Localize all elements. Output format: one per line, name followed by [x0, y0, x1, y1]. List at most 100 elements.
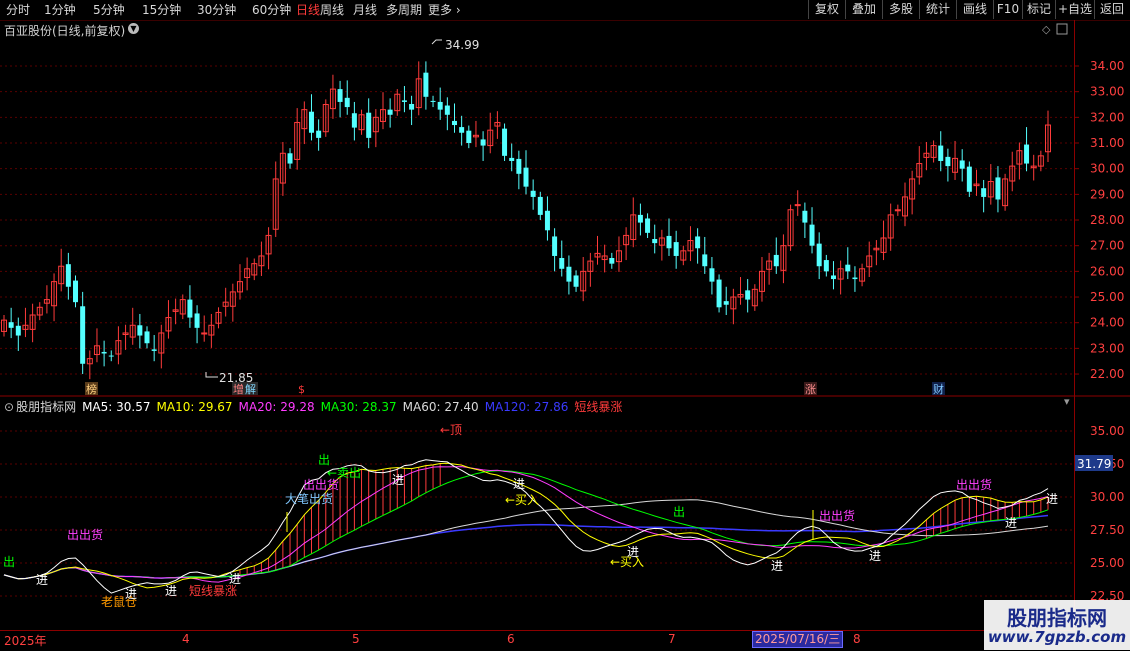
candle-body — [566, 266, 572, 282]
candle-body — [637, 214, 643, 223]
candle-body — [544, 210, 550, 231]
candle-body — [423, 72, 429, 97]
candle-body — [516, 158, 522, 174]
annotation-chu: 出 — [673, 505, 685, 519]
candle-body — [65, 264, 71, 287]
entry-marker: 进 — [627, 545, 639, 559]
candle-body — [945, 156, 951, 167]
indicator-header: ⊙ 股朋指标网 MA5: 30.57 MA10: 29.67 MA20: 29.28 MA… — [4, 398, 628, 415]
candle-body — [80, 306, 86, 364]
candle-body — [959, 160, 965, 169]
entry-marker: 进 — [229, 572, 241, 586]
candle-body — [523, 167, 529, 187]
diamond-icon[interactable]: ◇ — [1042, 23, 1051, 36]
indicator-chevron-icon[interactable]: ⊙ — [4, 400, 14, 414]
indicator-tick-label: 27.50 — [1090, 523, 1124, 537]
candle-body — [802, 210, 808, 223]
price-tick-label: 34.00 — [1090, 59, 1124, 73]
price-tick-label: 26.00 — [1090, 264, 1124, 278]
annotation-buy: ←买入 — [505, 493, 539, 507]
price-tick-label: 28.00 — [1090, 213, 1124, 227]
entry-marker: 进 — [165, 584, 177, 598]
cursor-date-label: 2025/07/16/三 — [752, 631, 844, 648]
price-tick-label: 32.00 — [1090, 110, 1124, 124]
candle-body — [316, 130, 322, 138]
candle-body — [745, 290, 751, 300]
annotation-top: ←顶 — [440, 423, 462, 437]
date-label: 5 — [352, 632, 360, 646]
candle-body — [609, 258, 615, 264]
candle-body — [459, 127, 465, 133]
indicator-chevron-icon[interactable]: ▾ — [1064, 395, 1070, 408]
event-marker-cai[interactable]: 财 — [933, 382, 944, 396]
ma5-value: MA5: 30.57 — [82, 400, 151, 414]
candle-body — [773, 254, 779, 267]
candle-body — [716, 279, 722, 308]
candle-body — [101, 351, 107, 354]
candle-body — [830, 275, 836, 280]
price-tick-label: 25.00 — [1090, 290, 1124, 304]
candle-body — [144, 331, 150, 344]
indicator-name[interactable]: 股朋指标网 — [16, 400, 76, 414]
candle-body — [1024, 144, 1030, 164]
candle-body — [480, 139, 486, 146]
annotation-chu-chu-huo: 出出货 — [819, 508, 855, 523]
candle-body — [673, 242, 679, 256]
price-tick-label: 33.00 — [1090, 85, 1124, 99]
candle-body — [366, 112, 372, 138]
candle-body — [194, 313, 200, 328]
entry-marker: 进 — [1046, 492, 1058, 506]
candle-body — [645, 218, 651, 233]
candle-body — [187, 299, 193, 318]
date-label: 4 — [182, 632, 190, 646]
entry-marker: 进 — [1005, 516, 1017, 530]
price-tick-label: 24.00 — [1090, 316, 1124, 330]
entry-marker: 进 — [771, 559, 783, 573]
candle-body — [15, 325, 21, 336]
candle-body — [437, 101, 443, 110]
candle-body — [938, 145, 944, 161]
candle-body — [666, 235, 672, 249]
price-tick-label: 30.00 — [1090, 162, 1124, 176]
candle-body — [409, 103, 415, 110]
candle-body — [509, 157, 515, 161]
candle-body — [137, 325, 143, 336]
event-marker-bang[interactable]: 榜 — [86, 382, 97, 396]
event-marker-dollar[interactable]: $ — [298, 383, 305, 396]
candle-body — [466, 130, 472, 144]
ma60-line — [3, 499, 1049, 580]
candle-body — [537, 196, 543, 215]
candle-body — [387, 109, 393, 115]
brand-watermark: 股朋指标网 www.7gpzb.com — [984, 600, 1130, 650]
candle-body — [351, 113, 357, 128]
date-label: 8 — [853, 632, 861, 646]
candle-body — [73, 280, 79, 303]
event-marker-zeng[interactable]: 增 — [233, 382, 244, 396]
ma5-line — [3, 459, 1049, 594]
candle-body — [709, 268, 715, 282]
candle-body — [530, 190, 536, 197]
high-price-label: 34.99 — [445, 38, 479, 52]
candle-body — [995, 177, 1001, 200]
ma120-line — [3, 514, 1049, 580]
price-tick-label: 27.00 — [1090, 239, 1124, 253]
price-axis: 34.00 33.00 32.00 31.00 30.00 29.00 28.00 27.00… — [1074, 59, 1124, 381]
price-tick-label: 31.00 — [1090, 136, 1124, 150]
event-marker-jie[interactable]: 解 — [245, 382, 256, 396]
ma10-value: MA10: 29.67 — [156, 400, 233, 414]
current-value-label: 31.79 — [1077, 457, 1111, 471]
brand-url: www.7gpzb.com — [987, 628, 1127, 646]
candle-body — [652, 239, 658, 244]
annotation-chu: 出 — [318, 453, 330, 467]
entry-marker: 进 — [392, 473, 404, 487]
entry-marker: 进 — [513, 477, 525, 491]
candle-body — [451, 120, 457, 126]
panel-toggle-icon[interactable] — [1056, 23, 1068, 35]
candle-body — [151, 349, 157, 351]
candle-body — [552, 236, 558, 256]
chart-canvas[interactable]: 34.00 33.00 32.00 31.00 30.00 29.00 28.00 27.00… — [0, 0, 1130, 650]
indicator-tick-label: 25.00 — [1090, 556, 1124, 570]
candle-body — [8, 322, 14, 328]
event-marker-zhang[interactable]: 涨 — [805, 383, 816, 396]
candle-body — [823, 260, 829, 272]
